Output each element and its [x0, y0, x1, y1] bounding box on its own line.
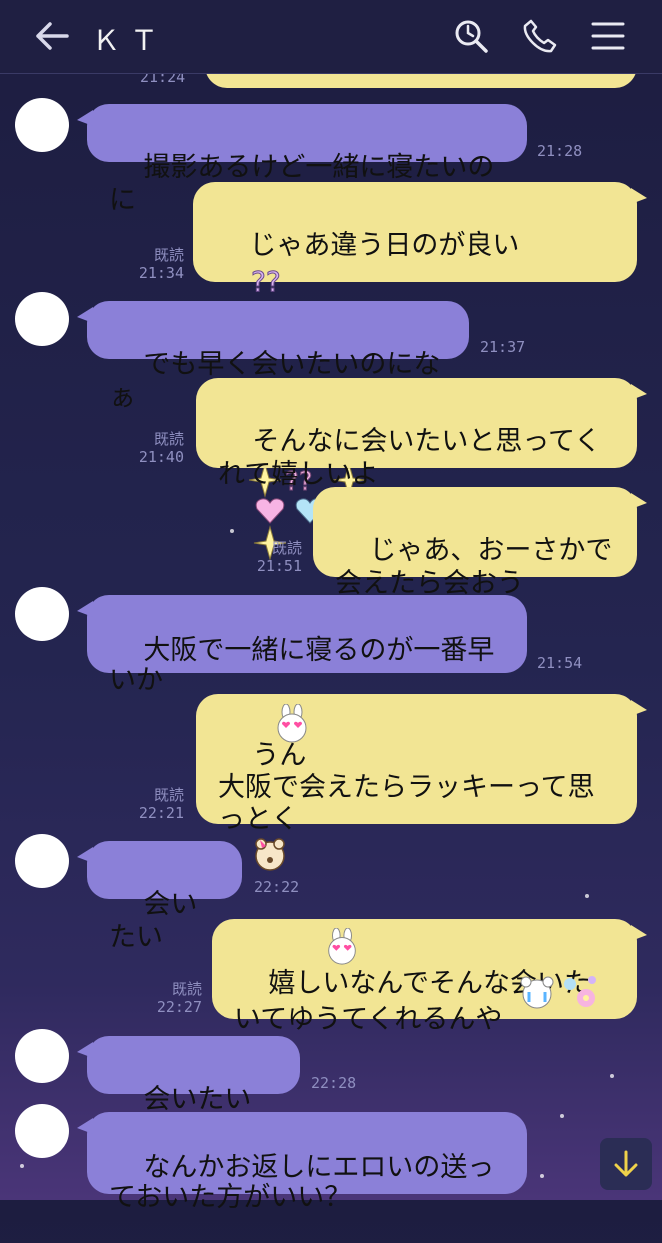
message-bubble-incoming[interactable]: でも早く会いたいのになぁ — [77, 301, 469, 413]
avatar[interactable] — [15, 1104, 69, 1158]
back-arrow-icon — [36, 22, 69, 50]
avatar[interactable] — [15, 98, 69, 152]
background-sparkle — [610, 1074, 614, 1078]
scroll-down-icon — [614, 1150, 638, 1177]
message-bubble-incoming[interactable]: なんかお返しにエロいの送っておいた方がいい？ — [77, 1112, 527, 1213]
background-sparkle — [540, 1174, 544, 1178]
message-time: 21:28 — [537, 142, 583, 160]
message-text: じゃあ違う日のが良い — [249, 230, 520, 261]
message-text: なんかお返しにエロいの送っておいた方がいい？ — [109, 1152, 495, 1213]
chat-title: ＫＴ — [92, 24, 169, 57]
message-time: 21:37 — [480, 338, 526, 356]
back-button[interactable] — [32, 18, 72, 54]
svg-text:??: ?? — [251, 265, 281, 297]
message-text: うん 大阪で会えたらラッキーって思っとく — [218, 740, 595, 835]
avatar[interactable] — [15, 587, 69, 641]
bunny-heart-eyes-emoji — [277, 704, 307, 743]
background-sparkle — [20, 1164, 24, 1168]
message-bubble-outgoing[interactable]: じゃあ、おーさかで会えたら会おう — [313, 487, 647, 635]
search-button[interactable] — [451, 16, 491, 56]
message-bubble-outgoing[interactable]: じゃあ違う日のが良い ?? ?? — [193, 182, 647, 498]
message-bubble-incoming[interactable]: 撮影あるけど一緒に寝たいのに — [77, 104, 527, 216]
question-hearts-emoji: ?? — [251, 264, 282, 297]
message-bubble-outgoing[interactable]: そんなに会いたいと思ってくれて嬉しいよ — [196, 378, 647, 561]
message-bubble-outgoing[interactable]: うん 大阪で会えたらラッキーって思っとく — [196, 694, 647, 871]
message-time: 22:22 — [254, 878, 300, 896]
avatar[interactable] — [15, 834, 69, 888]
read-receipt: 既読 21:51 — [256, 539, 302, 575]
message-time: 21:54 — [537, 654, 583, 672]
read-receipt: 既読 21:40 — [138, 430, 184, 466]
message-text: 会いたい — [109, 889, 198, 953]
search-icon — [455, 20, 488, 53]
menu-icon — [591, 22, 625, 50]
background-sparkle — [585, 894, 589, 898]
read-receipt: 既読 22:21 — [138, 786, 184, 822]
message-bubble-incoming[interactable]: 会いたいから — [77, 1036, 300, 1148]
flowers-emoji — [564, 976, 596, 1007]
bunny-heart-eyes-emoji — [328, 928, 356, 965]
read-receipt: 既読 21:34 — [138, 246, 184, 282]
crying-bear-emoji — [520, 976, 554, 1009]
background-sparkle — [560, 1114, 564, 1118]
phone-icon — [523, 19, 557, 53]
message-text: じゃあ、おーさかで会えたら会おう — [335, 535, 613, 599]
scroll-to-bottom-button[interactable] — [600, 1138, 652, 1190]
read-receipt: 既読 22:27 — [156, 980, 202, 1016]
message-text: そんなに会いたいと思ってくれて嬉しいよ — [218, 426, 602, 490]
message-bubble-incoming[interactable]: 大阪で一緒に寝るのが一番早いか — [77, 595, 527, 696]
bear-kiss-emoji — [255, 838, 286, 871]
message-text: 大阪で一緒に寝るのが一番早いか — [109, 635, 495, 696]
avatar[interactable] — [15, 292, 69, 346]
message-bubble-incoming[interactable]: 会いたい — [77, 841, 242, 953]
chat-area[interactable]: 21:24 撮影あるけど一緒に寝たいのに 21:28 既読 21:34 じゃあ違… — [0, 34, 662, 1213]
chat-header: ＫＴ — [0, 0, 662, 74]
avatar[interactable] — [15, 1029, 69, 1083]
message-time: 22:28 — [311, 1074, 357, 1092]
call-button[interactable] — [520, 16, 560, 56]
menu-button[interactable] — [588, 16, 628, 56]
